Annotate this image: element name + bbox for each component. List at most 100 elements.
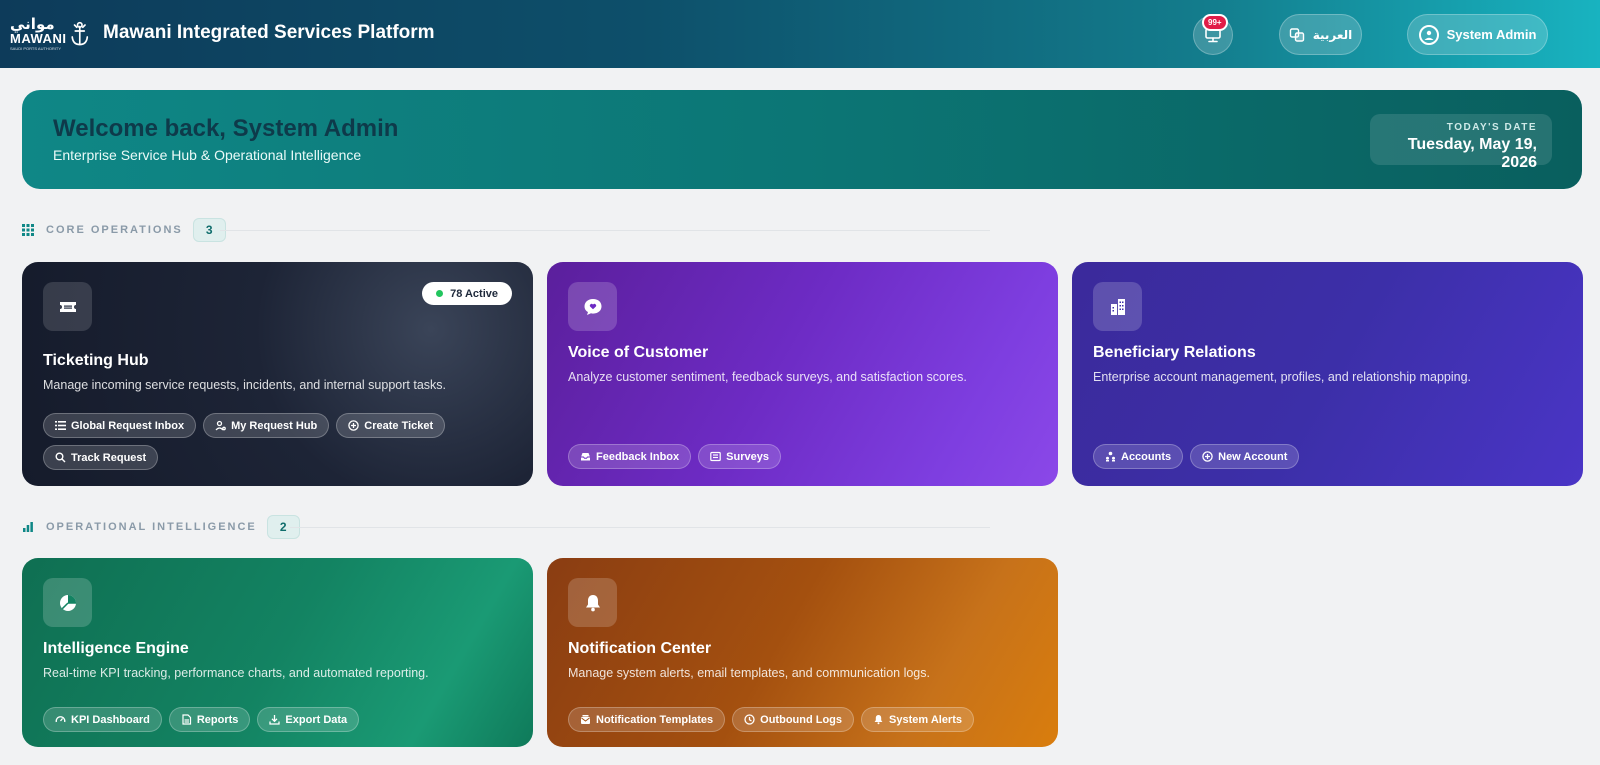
card-description: Manage system alerts, email templates, a…: [568, 666, 930, 680]
list-icon: [55, 421, 66, 430]
plus-circle-icon: [1202, 451, 1213, 462]
card-title: Ticketing Hub: [43, 352, 149, 369]
survey-form-icon: [710, 451, 721, 462]
my-request-hub-button[interactable]: My Request Hub: [203, 413, 330, 438]
envelope-stack-icon: [581, 715, 590, 724]
card-description: Enterprise account management, profiles,…: [1093, 370, 1471, 384]
card-description: Manage incoming service requests, incide…: [43, 378, 446, 392]
user-avatar-icon: [1418, 24, 1439, 45]
mawani-logo[interactable]: مواني MAWANI SAUDI PORTS AUTHORITY: [10, 14, 90, 54]
document-icon: [182, 714, 191, 725]
users-icon: [1106, 451, 1115, 462]
app-title: Mawani Integrated Services Platform: [103, 22, 435, 43]
ticket-icon: [43, 282, 92, 331]
card-title: Beneficiary Relations: [1093, 344, 1256, 361]
anchor-icon: [71, 21, 89, 46]
card-description: Real-time KPI tracking, performance char…: [43, 666, 429, 680]
new-account-button[interactable]: New Account: [1190, 444, 1300, 469]
chip-label: Feedback Inbox: [596, 450, 680, 463]
top-header: مواني MAWANI SAUDI PORTS AUTHORITY Mawan…: [0, 0, 1600, 68]
user-name-label: System Admin: [1446, 27, 1537, 42]
surveys-button[interactable]: Surveys: [698, 444, 781, 469]
chip-label: System Alerts: [889, 713, 962, 726]
building-icon: [1093, 282, 1142, 331]
user-menu-button[interactable]: System Admin: [1407, 14, 1548, 55]
chip-label: Track Request: [71, 451, 147, 464]
welcome-subtitle: Enterprise Service Hub & Operational Int…: [53, 147, 362, 163]
chip-label: Notification Templates: [596, 713, 714, 726]
card-title: Intelligence Engine: [43, 640, 189, 657]
section-core-operations: CORE OPERATIONS 3: [22, 218, 226, 242]
chip-label: Accounts: [1121, 450, 1172, 463]
bell-icon: [874, 715, 883, 725]
card-ticketing-hub[interactable]: 78 Active Ticketing Hub Manage incoming …: [22, 262, 533, 486]
chip-label: New Account: [1218, 450, 1288, 463]
logo-arabic: مواني: [10, 15, 55, 33]
plus-circle-icon: [348, 420, 360, 431]
chip-label: My Request Hub: [231, 419, 318, 432]
feedback-inbox-button[interactable]: Feedback Inbox: [568, 444, 692, 469]
global-request-inbox-button[interactable]: Global Request Inbox: [43, 413, 197, 438]
chip-label: Global Request Inbox: [71, 419, 185, 432]
chip-label: KPI Dashboard: [71, 713, 150, 726]
date-label: TODAY'S DATE: [1446, 122, 1537, 133]
card-title: Voice of Customer: [568, 344, 709, 361]
logo-english: MAWANI: [10, 31, 67, 46]
kpi-dashboard-button[interactable]: KPI Dashboard: [43, 707, 162, 732]
welcome-banner: Welcome back, System Admin Enterprise Se…: [22, 90, 1582, 189]
card-voice-of-customer[interactable]: Voice of Customer Analyze customer senti…: [547, 262, 1058, 486]
chip-label: Reports: [196, 713, 239, 726]
card-intelligence-engine[interactable]: Intelligence Engine Real-time KPI tracki…: [22, 558, 533, 747]
card-actions: Notification Templates Outbound Logs Sys…: [568, 707, 1008, 732]
card-description: Analyze customer sentiment, feedback sur…: [568, 370, 967, 384]
accounts-button[interactable]: Accounts: [1093, 444, 1184, 469]
card-actions: Feedback Inbox Surveys: [568, 444, 1008, 469]
outbound-logs-button[interactable]: Outbound Logs: [732, 707, 855, 732]
create-ticket-button[interactable]: Create Ticket: [336, 413, 446, 438]
clock-icon: [744, 714, 755, 725]
system-alerts-button[interactable]: System Alerts: [861, 707, 974, 732]
active-count-label: 78 Active: [450, 287, 498, 300]
language-toggle-button[interactable]: العربية: [1279, 14, 1362, 55]
section-divider: [290, 527, 990, 528]
section-title: OPERATIONAL INTELLIGENCE: [46, 521, 257, 533]
card-actions: Global Request Inbox My Request Hub Crea…: [43, 413, 483, 470]
bell-icon: [568, 578, 617, 627]
status-dot: [436, 290, 444, 297]
search-icon: [55, 452, 66, 463]
inbox-icon: [581, 453, 590, 461]
card-title: Notification Center: [568, 640, 712, 657]
grid-icon: [22, 224, 34, 236]
date-panel: TODAY'S DATE Tuesday, May 19, 2026: [1370, 114, 1552, 171]
gauge-icon: [55, 716, 66, 723]
section-operational-intelligence: OPERATIONAL INTELLIGENCE 2: [22, 515, 300, 539]
user-gear-icon: [215, 420, 226, 431]
chip-label: Surveys: [726, 450, 769, 463]
date-value: Tuesday, May 19, 2026: [1407, 136, 1537, 171]
card-actions: Accounts New Account: [1093, 444, 1533, 469]
card-notification-center[interactable]: Notification Center Manage system alerts…: [547, 558, 1058, 747]
active-count-badge: 78 Active: [422, 282, 512, 305]
chip-label: Outbound Logs: [760, 713, 843, 726]
welcome-title: Welcome back, System Admin: [53, 115, 399, 142]
track-request-button[interactable]: Track Request: [43, 445, 159, 470]
card-beneficiary-relations[interactable]: Beneficiary Relations Enterprise account…: [1072, 262, 1583, 486]
chip-label: Export Data: [285, 713, 348, 726]
section-title: CORE OPERATIONS: [46, 224, 183, 236]
download-icon: [269, 715, 281, 725]
chat-heart-icon: [568, 282, 617, 331]
logo-subtitle: SAUDI PORTS AUTHORITY: [10, 46, 62, 51]
export-data-button[interactable]: Export Data: [257, 707, 360, 732]
notification-templates-button[interactable]: Notification Templates: [568, 707, 726, 732]
reports-button[interactable]: Reports: [168, 707, 251, 732]
translate-icon: [1289, 27, 1304, 42]
logo-text: مواني MAWANI SAUDI PORTS AUTHORITY: [10, 17, 66, 51]
section-divider: [220, 230, 990, 231]
notifications-button[interactable]: 99+: [1193, 14, 1233, 55]
pie-chart-icon: [43, 578, 92, 627]
bar-chart-icon: [23, 522, 33, 532]
chip-label: Create Ticket: [364, 419, 434, 432]
notification-count-badge: 99+: [1202, 14, 1228, 31]
card-actions: KPI Dashboard Reports Export Data: [43, 707, 483, 732]
language-label: العربية: [1312, 27, 1353, 42]
